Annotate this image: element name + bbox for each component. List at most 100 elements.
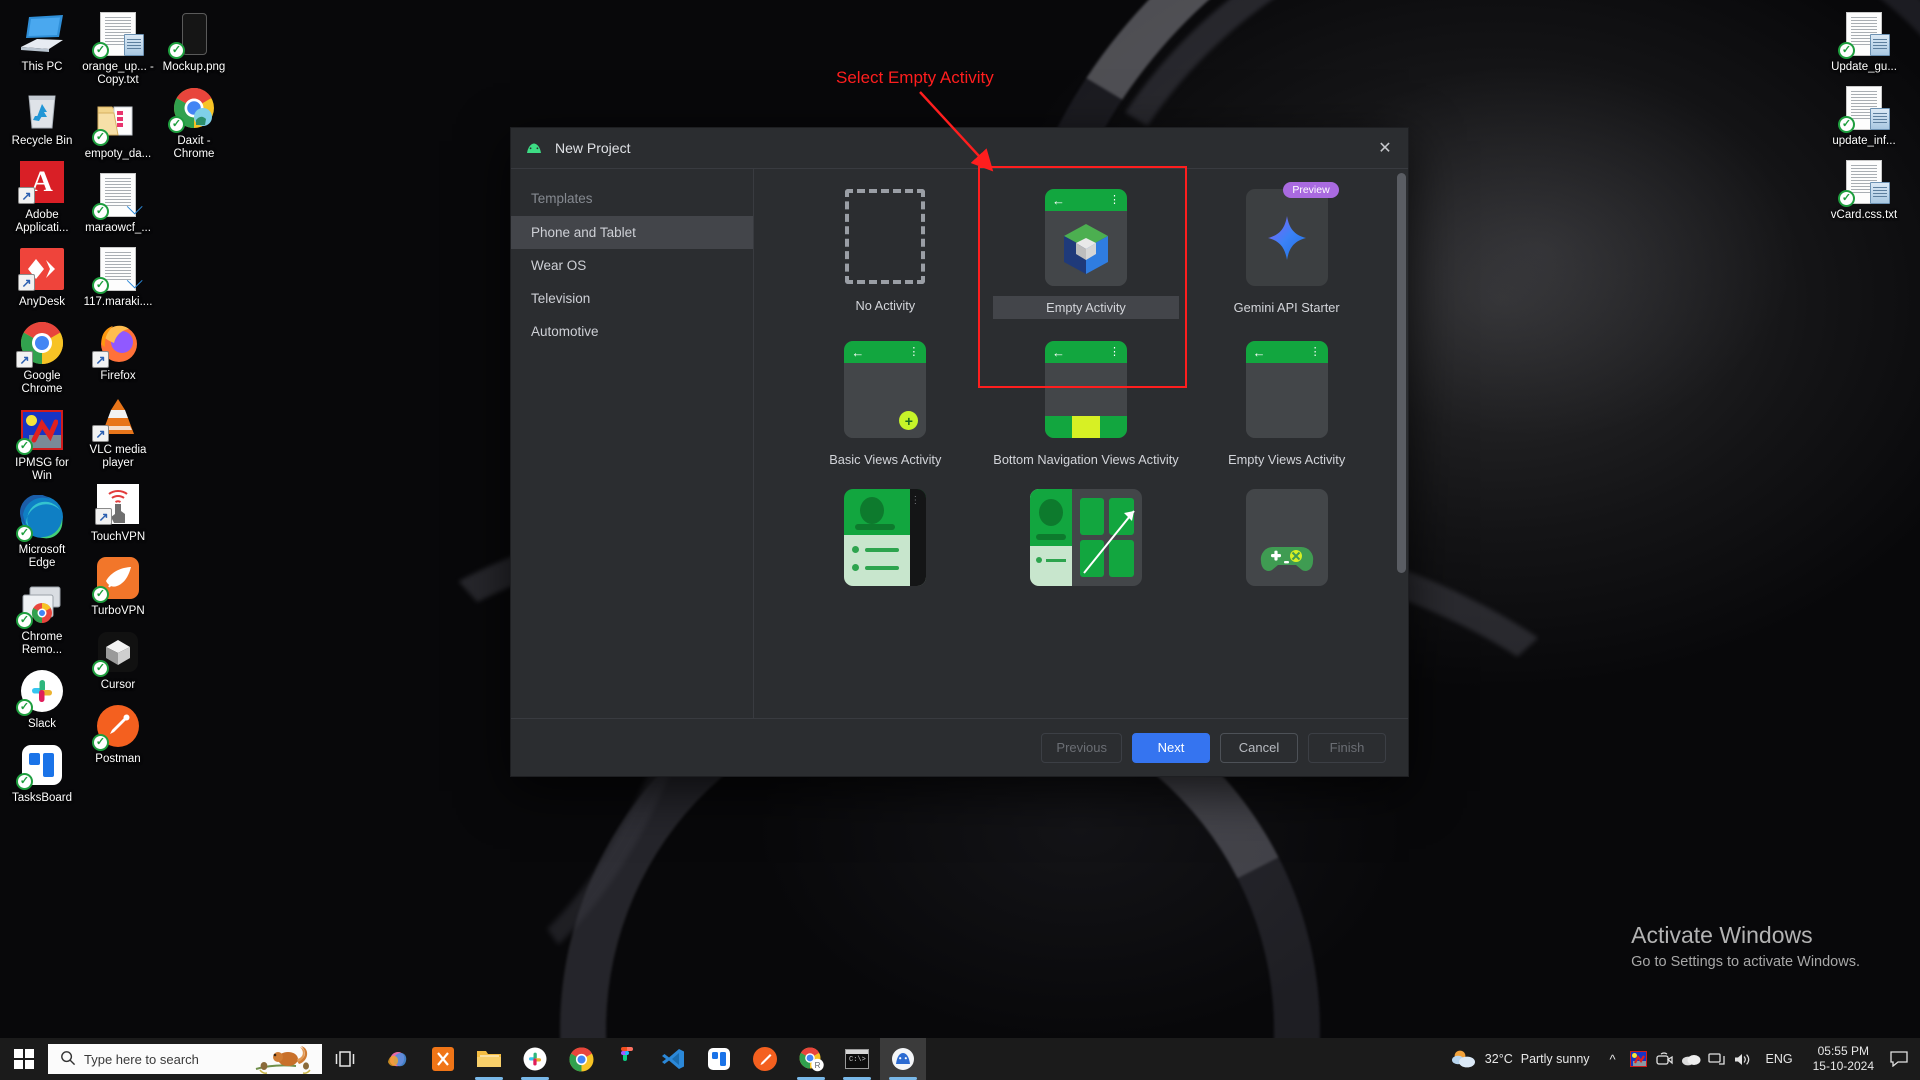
vs-code-icon (660, 1046, 686, 1072)
edge-icon: ✓ (16, 493, 66, 542)
desktop-icon-label: Cursor (100, 679, 136, 691)
windows-logo-icon (14, 1049, 34, 1069)
template-thumbnail-wrap: ← ⋮ (1193, 341, 1380, 438)
sidebar-item-wear-os[interactable]: Wear OS (511, 249, 753, 282)
taskbar-item-figma[interactable] (604, 1038, 650, 1080)
onedrive-tray-icon[interactable] (1678, 1038, 1704, 1080)
desktop-icon-label: This PC (21, 61, 63, 73)
sidebar-item-television[interactable]: Television (511, 282, 753, 315)
taskbar-item-postman[interactable] (742, 1038, 788, 1080)
touchvpn-icon: ↗ (94, 480, 142, 528)
list-line (865, 548, 900, 552)
adobe-icon: A ↗ (18, 158, 66, 206)
desktop-icon-label: Microsoft Edge (18, 544, 66, 569)
desktop-icon-update-gu-txt[interactable]: ✓ Update_gu... (1826, 4, 1902, 78)
camera-tray-icon[interactable] (1652, 1038, 1678, 1080)
text-file-icon: ✓ (1838, 84, 1890, 133)
desktop-icon-touchvpn[interactable]: ↗ TouchVPN (80, 474, 156, 548)
template-card-partial-game[interactable] (1193, 489, 1380, 600)
search-icon (60, 1050, 78, 1069)
desktop-icon-firefox[interactable]: ↗ Firefox (80, 313, 156, 387)
language-indicator[interactable]: ENG (1756, 1052, 1803, 1066)
previous-button[interactable]: Previous (1041, 732, 1122, 763)
desktop-icon-update-inf-txt[interactable]: ✓ update_inf... (1826, 78, 1902, 152)
notification-center-button[interactable] (1884, 1038, 1914, 1080)
gemini-sparkle-icon (1267, 215, 1306, 260)
template-card-partial-responsive[interactable] (993, 489, 1180, 600)
template-card-label: Empty Views Activity (1228, 452, 1346, 467)
taskbar-item-google-chrome[interactable] (558, 1038, 604, 1080)
taskbar-item-tasksboard[interactable] (696, 1038, 742, 1080)
template-thumbnail-wrap (792, 189, 979, 284)
taskbar-item-vs-code[interactable] (650, 1038, 696, 1080)
annotation-label: Select Empty Activity (836, 68, 994, 87)
shortcut-overlay-icon: ↗ (16, 351, 33, 368)
desktop-icon-117-maraki[interactable]: ⌵ ✓ 117.maraki.... (80, 239, 156, 313)
desktop-icon-label: empoty_da... (84, 148, 152, 160)
desktop-icon-google-chrome[interactable]: ↗ Google Chrome (4, 313, 80, 400)
folder-icon: ✓ (92, 97, 142, 146)
template-grid-scrollbar[interactable] (1397, 173, 1406, 573)
name-placeholder (855, 524, 896, 530)
ipmsg-tray-icon[interactable] (1626, 1038, 1652, 1080)
desktop-icon-slack[interactable]: ✓ Slack (4, 661, 80, 735)
desktop-icon-label: maraowcf_... (85, 222, 151, 234)
sidebar-item-automotive[interactable]: Automotive (511, 315, 753, 348)
template-card-gemini-api-starter[interactable]: Preview Gemini API Starter (1193, 182, 1380, 319)
desktop-icon-tasksboard[interactable]: ✓ TasksBoard (4, 735, 80, 809)
finish-button[interactable]: Finish (1308, 732, 1386, 763)
task-view-button[interactable] (322, 1038, 368, 1080)
taskbar-item-chrome-remote-desktop[interactable]: R (788, 1038, 834, 1080)
desktop-icon-this-pc[interactable]: This PC (4, 4, 80, 78)
desktop-icon-maraowcf[interactable]: ⌵ ✓ maraowcf_... (80, 165, 156, 239)
weather-widget[interactable]: 32°C Partly sunny (1441, 1048, 1600, 1070)
desktop-icon-label: orange_up... - Copy.txt (82, 61, 154, 86)
close-icon[interactable]: ✕ (1370, 134, 1400, 162)
desktop-icon-anydesk[interactable]: ↗ AnyDesk (4, 239, 80, 313)
clock-widget[interactable]: 05:55 PM 15-10-2024 (1803, 1044, 1884, 1074)
template-card-empty-views-activity[interactable]: ← ⋮ Empty Views Activity (1193, 341, 1380, 467)
volume-tray-icon[interactable] (1730, 1038, 1756, 1080)
desktop-icon-daxit-chrome[interactable]: ✓ Daxit - Chrome (156, 78, 232, 165)
slack-icon (522, 1046, 548, 1072)
this-pc-icon (18, 10, 66, 58)
desktop-icon-adobe[interactable]: A ↗ Adobe Applicati... (4, 152, 80, 239)
desktop-icon-recycle-bin[interactable]: Recycle Bin (4, 78, 80, 152)
desktop-icon-chrome-remote-desktop[interactable]: ✓ Chrome Remo... (4, 574, 80, 661)
windows-taskbar: Type here to search R C:\> 32°C Partly s… (0, 1038, 1920, 1080)
taskbar-item-android-studio[interactable] (880, 1038, 926, 1080)
show-hidden-icons-chevron-icon[interactable]: ^ (1600, 1038, 1626, 1080)
annotation-highlight-box (978, 166, 1187, 388)
desktop-icon-mockup-png[interactable]: ✓ Mockup.png (156, 4, 232, 78)
template-card-basic-views-activity[interactable]: ← ⋮ + Basic Views Activity (792, 341, 979, 467)
desktop-icon-cursor[interactable]: ✓ Cursor (80, 622, 156, 696)
taskbar-item-xampp[interactable] (420, 1038, 466, 1080)
desktop-icon-vlc-media-player[interactable]: ↗ VLC media player (80, 387, 156, 474)
taskbar-item-slack[interactable] (512, 1038, 558, 1080)
desktop-icon-ipmsg[interactable]: ✓ IPMSG for Win (4, 400, 80, 487)
desktop-icon-vcard-css-txt[interactable]: ✓ vCard.css.txt (1826, 152, 1902, 226)
desktop-icon-label: Adobe Applicati... (15, 209, 69, 234)
desktop-icon-postman[interactable]: ✓ Postman (80, 696, 156, 770)
network-tray-icon[interactable] (1704, 1038, 1730, 1080)
sidebar-item-label: Automotive (531, 324, 599, 339)
next-button[interactable]: Next (1132, 732, 1210, 763)
desktop-icon-label: TasksBoard (11, 792, 73, 804)
taskbar-item-file-explorer[interactable] (466, 1038, 512, 1080)
cancel-button[interactable]: Cancel (1220, 732, 1298, 763)
template-card-no-activity[interactable]: No Activity (792, 189, 979, 319)
sync-check-overlay-icon: ✓ (16, 438, 33, 455)
desktop-icon-microsoft-edge[interactable]: ✓ Microsoft Edge (4, 487, 80, 574)
desktop-icon-orange-up-copy-txt[interactable]: ✓ orange_up... - Copy.txt (80, 4, 156, 91)
taskbar-item-terminal[interactable]: C:\> (834, 1038, 880, 1080)
search-input[interactable]: Type here to search (48, 1044, 322, 1074)
sync-check-overlay-icon: ✓ (1838, 116, 1855, 133)
desktop-icon-label: Google Chrome (21, 370, 63, 395)
taskbar-item-copilot[interactable] (374, 1038, 420, 1080)
template-card-partial-profile[interactable]: ⋮ (792, 489, 979, 600)
start-button[interactable] (0, 1038, 48, 1080)
phone-appbar: ← ⋮ (844, 341, 927, 363)
desktop-icon-empoty-da[interactable]: ✓ empoty_da... (80, 91, 156, 165)
sidebar-item-phone-and-tablet[interactable]: Phone and Tablet (511, 216, 753, 249)
desktop-icon-turbovpn[interactable]: ✓ TurboVPN (80, 548, 156, 622)
